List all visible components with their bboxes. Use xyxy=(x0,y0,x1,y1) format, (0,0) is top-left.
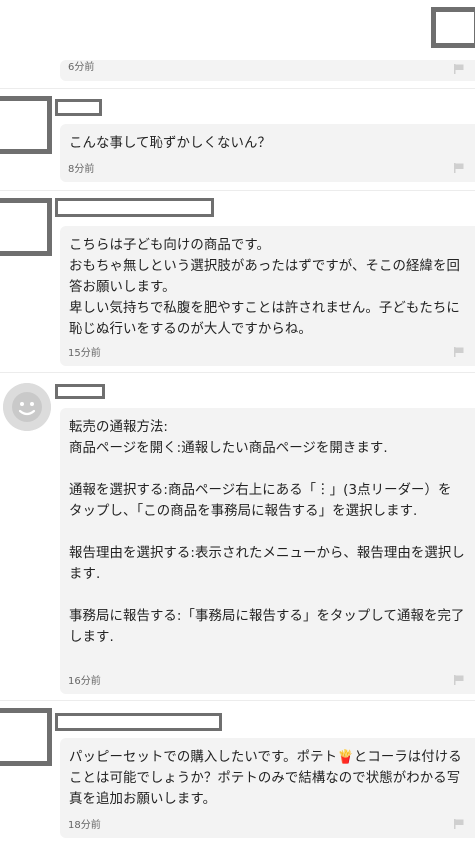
comment-time: 15分前 xyxy=(68,348,101,359)
comment-divider xyxy=(0,190,475,191)
comment-bubble-1: こんな事して恥ずかしくないん？ 8分前 xyxy=(60,124,475,182)
redacted-avatar xyxy=(0,96,52,154)
redacted-avatar xyxy=(0,198,52,256)
comment-bubble-0: 6分前 xyxy=(60,60,475,81)
redacted-username xyxy=(55,198,214,217)
flag-icon[interactable] xyxy=(453,63,465,75)
comment-bubble-2: こちらは子ども向けの商品です。 おもちゃ無しという選択肢があったはずですが、そこ… xyxy=(60,226,475,366)
comment-text: こちらは子ども向けの商品です。 おもちゃ無しという選択肢があったはずですが、そこ… xyxy=(69,238,460,337)
flag-icon[interactable] xyxy=(453,346,465,358)
redacted-header-element xyxy=(431,7,475,48)
comment-bubble-3: 転売の通報方法: 商品ページを開く:通報したい商品ページを開きます. 通報を選択… xyxy=(60,408,475,694)
redacted-username xyxy=(55,384,105,399)
flag-icon[interactable] xyxy=(453,162,465,174)
default-avatar-icon xyxy=(3,383,51,431)
redacted-avatar xyxy=(0,708,52,766)
comment-text: こんな事して恥ずかしくないん？ xyxy=(69,136,271,151)
flag-icon[interactable] xyxy=(453,818,465,830)
comment-bubble-4: パッピーセットでの購入したいです。ポテト🍟とコーラは付けることは可能でしょうか？… xyxy=(60,738,475,838)
comment-text: 転売の通報方法: 商品ページを開く:通報したい商品ページを開きます. 通報を選択… xyxy=(69,420,465,645)
comment-text: パッピーセットでの購入したいです。ポテト🍟とコーラは付けることは可能でしょうか？… xyxy=(69,750,462,807)
comment-divider xyxy=(0,700,475,701)
redacted-username xyxy=(55,99,102,116)
comment-divider xyxy=(0,88,475,89)
redacted-username xyxy=(55,713,222,731)
flag-icon[interactable] xyxy=(453,674,465,686)
comment-time: 8分前 xyxy=(68,164,95,175)
comment-divider xyxy=(0,372,475,373)
comment-time: 6分前 xyxy=(68,62,95,73)
comment-time: 18分前 xyxy=(68,820,101,831)
comment-time: 16分前 xyxy=(68,676,101,687)
